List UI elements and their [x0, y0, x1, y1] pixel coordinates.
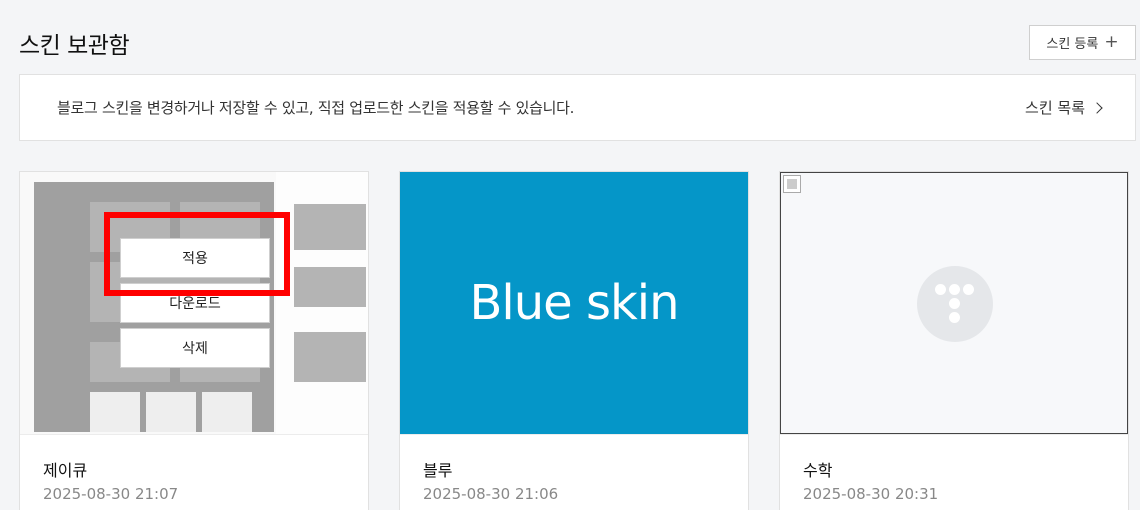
skin-thumbnail: 적용 다운로드 삭제 [20, 172, 368, 434]
skin-thumbnail: Blue skin [400, 172, 748, 434]
skin-card[interactable]: 적용 다운로드 삭제 제이큐 2025-08-30 21:07 [19, 171, 369, 510]
plus-icon: + [1104, 32, 1119, 52]
delete-button[interactable]: 삭제 [120, 328, 270, 368]
skin-thumbnail [780, 172, 1128, 434]
skin-date: 2025-08-30 20:31 [803, 485, 939, 503]
apply-button[interactable]: 적용 [120, 238, 270, 278]
register-skin-button[interactable]: 스킨 등록 + [1029, 25, 1136, 60]
skin-name: 수학 [803, 461, 833, 480]
broken-image-icon [783, 175, 801, 193]
default-thumbnail [780, 172, 1128, 434]
skin-meta: 블루 2025-08-30 21:06 [400, 434, 748, 510]
info-text: 블로그 스킨을 변경하거나 저장할 수 있고, 직접 업로드한 스킨을 적용할 … [57, 99, 575, 117]
download-button[interactable]: 다운로드 [120, 283, 270, 323]
info-box: 블로그 스킨을 변경하거나 저장할 수 있고, 직접 업로드한 스킨을 적용할 … [19, 74, 1136, 141]
chevron-right-icon [1091, 101, 1103, 114]
skin-card[interactable]: 수학 2025-08-30 20:31 [779, 171, 1129, 510]
skin-meta: 제이큐 2025-08-30 21:07 [20, 434, 368, 510]
skin-name: 블루 [423, 461, 453, 480]
skin-meta: 수학 2025-08-30 20:31 [780, 434, 1128, 510]
register-skin-label: 스킨 등록 [1046, 37, 1099, 52]
skin-list-link[interactable]: 스킨 목록 [1025, 97, 1103, 118]
thumb-text: Blue skin [469, 275, 679, 331]
tistory-logo-icon [917, 266, 993, 342]
skin-card[interactable]: Blue skin 블루 2025-08-30 21:06 [399, 171, 749, 510]
skin-date: 2025-08-30 21:06 [423, 485, 559, 503]
page-title: 스킨 보관함 [19, 33, 130, 59]
skin-date: 2025-08-30 21:07 [43, 485, 179, 503]
blue-skin-thumbnail: Blue skin [400, 172, 748, 434]
skin-name: 제이큐 [43, 461, 88, 480]
skin-list-label: 스킨 목록 [1025, 99, 1085, 117]
